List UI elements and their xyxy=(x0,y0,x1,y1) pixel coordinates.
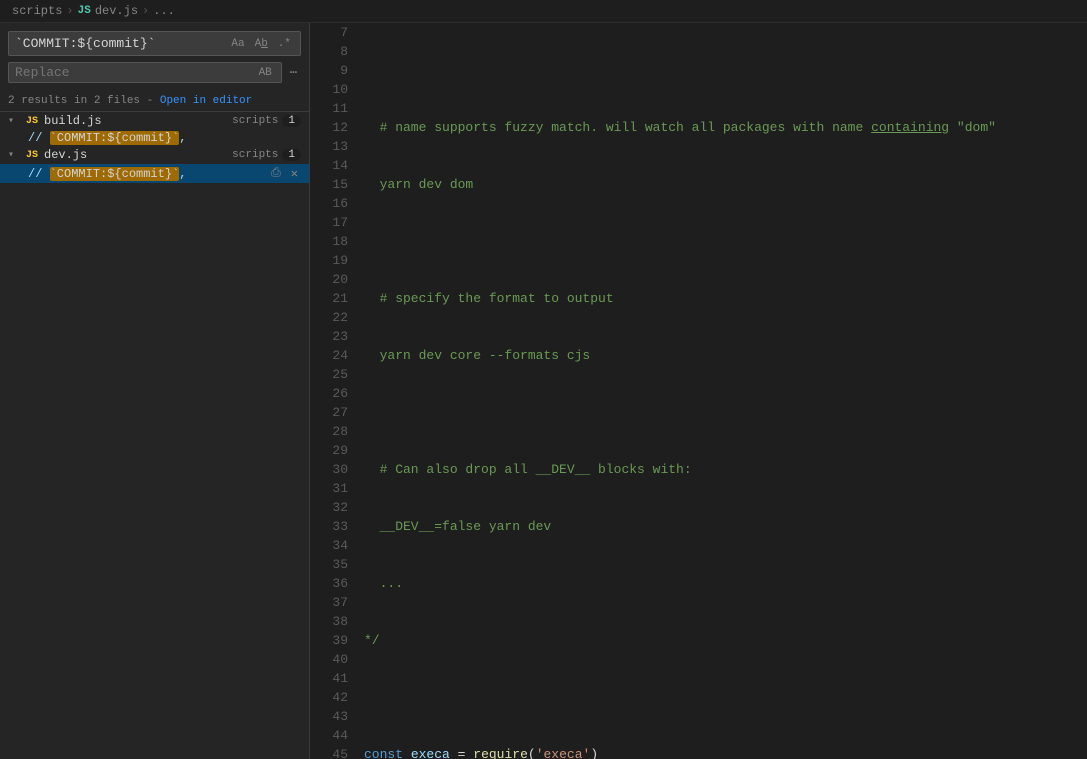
js-icon-dev: JS xyxy=(24,150,40,161)
code-line-11: # specify the format to output xyxy=(360,289,1087,308)
match-line-dev-1[interactable]: // `COMMIT:${commit}`, ⎙ ✕ xyxy=(0,164,309,183)
ln-27: 27 xyxy=(310,403,348,422)
ln-11: 11 xyxy=(310,99,348,118)
ln-37: 37 xyxy=(310,593,348,612)
code-line-13 xyxy=(360,403,1087,422)
ln-36: 36 xyxy=(310,574,348,593)
match-count-dev: 1 xyxy=(282,149,301,161)
ln-34: 34 xyxy=(310,536,348,555)
ln-39: 39 xyxy=(310,631,348,650)
ln-44: 44 xyxy=(310,726,348,745)
code-container[interactable]: 7 8 9 10 11 12 13 14 15 16 17 18 19 20 2… xyxy=(310,23,1087,759)
match-action-icons: ⎙ ✕ xyxy=(268,165,301,182)
search-input-row: Aa Ab .* xyxy=(8,31,301,56)
ln-17: 17 xyxy=(310,213,348,232)
file-name-dev: dev.js xyxy=(44,148,224,162)
code-content: # name supports fuzzy match. will watch … xyxy=(360,23,1087,759)
file-item-dev[interactable]: ▾ JS dev.js scripts 1 xyxy=(0,146,309,164)
results-summary: 2 results in 2 files - Open in editor xyxy=(0,91,309,112)
breadcrumb-scripts[interactable]: scripts xyxy=(12,4,62,18)
breadcrumb-file[interactable]: dev.js xyxy=(95,4,138,18)
file-item-build[interactable]: ▾ JS build.js scripts 1 xyxy=(0,112,309,130)
breadcrumb-js-icon: JS xyxy=(78,5,91,17)
replace-input[interactable] xyxy=(15,65,256,80)
ln-25: 25 xyxy=(310,365,348,384)
results-count: 2 results in 2 files xyxy=(8,95,140,107)
replace-input-wrap: AB xyxy=(8,62,282,83)
ln-18: 18 xyxy=(310,232,348,251)
ln-14: 14 xyxy=(310,156,348,175)
match-text-build-1: // `COMMIT:${commit}`, xyxy=(28,131,301,145)
search-area: Aa Ab .* AB ⋯ xyxy=(0,23,309,91)
ln-41: 41 xyxy=(310,669,348,688)
code-line-18 xyxy=(360,688,1087,707)
breadcrumb-sep-1: › xyxy=(66,4,73,18)
ln-12: 12 xyxy=(310,118,348,137)
ln-42: 42 xyxy=(310,688,348,707)
breadcrumb-bar: scripts › JS dev.js › ... xyxy=(0,0,1087,23)
code-line-14: # Can also drop all __DEV__ blocks with: xyxy=(360,460,1087,479)
ln-45: 45 xyxy=(310,745,348,759)
whole-word-button[interactable]: Ab xyxy=(252,37,271,51)
search-panel: Aa Ab .* AB ⋯ 2 results in 2 files - Ope… xyxy=(0,23,310,759)
ln-38: 38 xyxy=(310,612,348,631)
ln-7: 7 xyxy=(310,23,348,42)
code-line-9: yarn dev dom xyxy=(360,175,1087,194)
regex-button[interactable]: .* xyxy=(275,37,294,51)
ln-19: 19 xyxy=(310,251,348,270)
code-line-8: # name supports fuzzy match. will watch … xyxy=(360,118,1087,137)
search-input[interactable] xyxy=(15,34,228,53)
ln-10: 10 xyxy=(310,80,348,99)
ln-35: 35 xyxy=(310,555,348,574)
file-path-build: scripts xyxy=(232,115,278,127)
ln-22: 22 xyxy=(310,308,348,327)
replace-row: AB ⋯ xyxy=(8,62,301,83)
replace-match-button[interactable]: ⎙ xyxy=(268,165,284,182)
ln-26: 26 xyxy=(310,384,348,403)
code-line-10 xyxy=(360,232,1087,251)
results-sep: - xyxy=(147,95,160,107)
breadcrumb-ellipsis: ... xyxy=(153,4,175,18)
file-results-list: ▾ JS build.js scripts 1 // `COMMIT:${com… xyxy=(0,112,309,759)
ln-20: 20 xyxy=(310,270,348,289)
ln-9: 9 xyxy=(310,61,348,80)
ln-21: 21 xyxy=(310,289,348,308)
file-name-build: build.js xyxy=(44,114,224,128)
match-count-build: 1 xyxy=(282,115,301,127)
editor-area: 7 8 9 10 11 12 13 14 15 16 17 18 19 20 2… xyxy=(310,23,1087,759)
breadcrumb-sep-2: › xyxy=(142,4,149,18)
code-line-16: ... xyxy=(360,574,1087,593)
code-line-15: __DEV__=false yarn dev xyxy=(360,517,1087,536)
ln-32: 32 xyxy=(310,498,348,517)
ln-15: 15 xyxy=(310,175,348,194)
code-line-17: */ xyxy=(360,631,1087,650)
ln-13: 13 xyxy=(310,137,348,156)
open-in-editor-link[interactable]: Open in editor xyxy=(160,95,252,107)
chevron-down-icon-dev: ▾ xyxy=(8,149,20,161)
js-icon: JS xyxy=(24,116,40,127)
preserve-case-button[interactable]: AB xyxy=(256,66,275,80)
file-path-dev: scripts xyxy=(232,149,278,161)
replace-all-button[interactable]: ⋯ xyxy=(286,63,301,82)
ln-24: 24 xyxy=(310,346,348,365)
ln-33: 33 xyxy=(310,517,348,536)
ln-29: 29 xyxy=(310,441,348,460)
line-numbers: 7 8 9 10 11 12 13 14 15 16 17 18 19 20 2… xyxy=(310,23,360,759)
match-case-button[interactable]: Aa xyxy=(228,37,247,51)
ln-28: 28 xyxy=(310,422,348,441)
ln-16: 16 xyxy=(310,194,348,213)
ln-40: 40 xyxy=(310,650,348,669)
ln-43: 43 xyxy=(310,707,348,726)
match-line-build-1[interactable]: // `COMMIT:${commit}`, xyxy=(0,130,309,146)
ln-30: 30 xyxy=(310,460,348,479)
ln-8: 8 xyxy=(310,42,348,61)
ln-23: 23 xyxy=(310,327,348,346)
code-line-12: yarn dev core --formats cjs xyxy=(360,346,1087,365)
code-line-7 xyxy=(360,61,1087,80)
code-line-19: const execa = require('execa') xyxy=(360,745,1087,759)
match-text-dev-1: // `COMMIT:${commit}`, xyxy=(28,167,268,181)
dismiss-match-button[interactable]: ✕ xyxy=(288,165,301,182)
ln-31: 31 xyxy=(310,479,348,498)
chevron-down-icon: ▾ xyxy=(8,115,20,127)
